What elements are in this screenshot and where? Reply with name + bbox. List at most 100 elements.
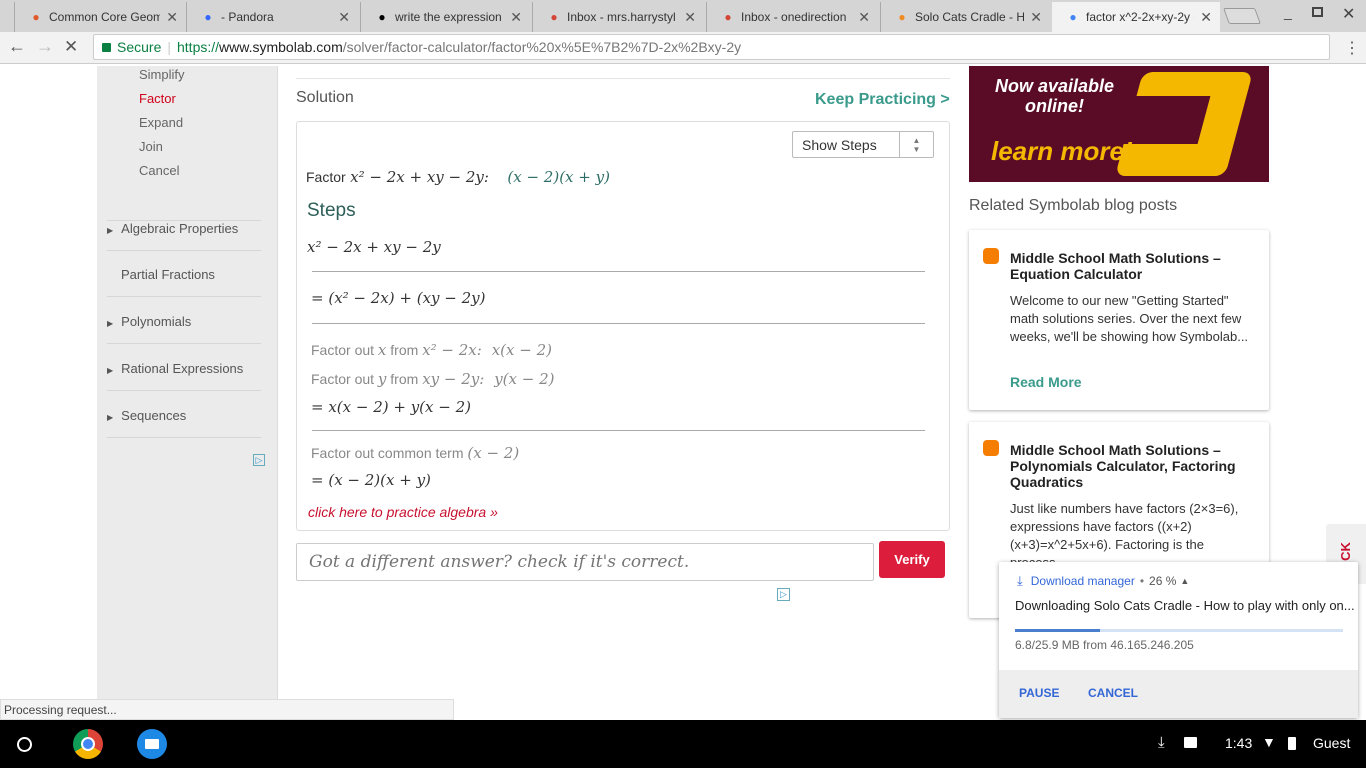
close-tab-icon[interactable]: ✕ xyxy=(166,9,178,26)
close-window-button[interactable]: ✕ xyxy=(1342,4,1355,24)
sidebar-link-join[interactable]: Join xyxy=(139,139,163,154)
steps-heading: Steps xyxy=(307,200,356,221)
browser-tab[interactable]: ● factor x^2-2x+xy-2y - ✕ xyxy=(1052,2,1220,32)
step-label: Factor out xyxy=(311,371,375,387)
factor-label: Factor xyxy=(306,169,346,185)
blogger-icon xyxy=(983,248,999,264)
step-factor-x: Factor out x from x² − 2x: x(x − 2) xyxy=(311,341,552,359)
new-tab-button[interactable] xyxy=(1223,8,1261,24)
sidebar-section-rational-expressions[interactable]: ▶ Rational Expressions xyxy=(107,361,261,391)
browser-tab[interactable]: ● Common Core Geom ✕ xyxy=(14,2,186,32)
adchoices-icon[interactable]: ▷ xyxy=(253,454,265,466)
x-logo-icon: ● xyxy=(32,10,40,24)
tab-title: Inbox - mrs.harrystyl xyxy=(567,10,676,24)
blog-title[interactable]: Middle School Math Solutions – Polynomia… xyxy=(1010,442,1250,490)
close-tab-icon[interactable]: ✕ xyxy=(684,9,696,26)
step-label: Factor out xyxy=(311,342,375,358)
menu-button[interactable]: ⋮ xyxy=(1344,38,1360,58)
blogger-icon xyxy=(983,440,999,456)
gmail-icon: ● xyxy=(550,10,558,24)
browser-tab[interactable]: ● - Pandora ✕ xyxy=(186,2,358,32)
download-tray-icon[interactable]: ⤓ xyxy=(1158,734,1165,751)
verify-button[interactable]: Verify xyxy=(879,541,945,578)
tab-title: write the expression xyxy=(395,10,502,24)
adchoices-icon[interactable]: ▷ xyxy=(777,588,790,601)
address-bar[interactable]: Secure | https://www.symbolab.com/solver… xyxy=(93,34,1330,60)
sidebar-section-algebraic-properties[interactable]: ▶ Algebraic Properties xyxy=(107,220,261,251)
browser-tab[interactable]: ● Solo Cats Cradle - H ✕ xyxy=(880,2,1050,32)
close-tab-icon[interactable]: ✕ xyxy=(510,9,522,26)
step-original: x² − 2x + xy − 2y xyxy=(307,238,441,256)
forward-button[interactable]: → xyxy=(36,36,54,57)
step-expr: x² − 2x: xyxy=(422,341,482,359)
status-bubble: Processing request... xyxy=(0,699,454,720)
screenshot-tray-icon[interactable] xyxy=(1184,737,1197,748)
download-percent: 26 % xyxy=(1149,574,1177,588)
cancel-download-button[interactable]: CANCEL xyxy=(1088,686,1138,700)
maximize-button[interactable] xyxy=(1312,7,1323,17)
pause-button[interactable]: PAUSE xyxy=(1019,686,1059,700)
blog-card[interactable]: Middle School Math Solutions – Equation … xyxy=(969,230,1269,410)
browser-tab[interactable]: ● write the expression ✕ xyxy=(360,2,530,32)
blog-excerpt: Welcome to our new "Getting Started" mat… xyxy=(1010,293,1249,344)
download-header[interactable]: ⤓ Download manager • 26 % ▲ xyxy=(1017,573,1189,589)
ad-banner[interactable]: Now available online! learn more! xyxy=(969,66,1269,182)
stop-loading-button[interactable]: ✕ xyxy=(64,37,78,57)
launcher-button[interactable] xyxy=(17,737,32,752)
ad-text: learn more! xyxy=(991,136,1133,166)
lock-icon xyxy=(102,42,111,52)
user-label[interactable]: Guest xyxy=(1313,735,1350,751)
close-tab-icon[interactable]: ✕ xyxy=(1200,9,1212,26)
download-progress-bar xyxy=(1015,629,1343,632)
sidebar-link-simplify[interactable]: Simplify xyxy=(139,67,185,82)
tab-title: Solo Cats Cradle - H xyxy=(915,10,1025,24)
keep-practicing-link[interactable]: Keep Practicing > xyxy=(815,91,950,109)
step-common-term: Factor out common term (x − 2) xyxy=(311,444,519,462)
url-scheme: https:// xyxy=(177,39,220,55)
battery-icon[interactable] xyxy=(1288,737,1296,750)
minimize-button[interactable]: _ xyxy=(1284,4,1292,20)
sidebar-section-sequences[interactable]: ▶ Sequences xyxy=(107,408,261,438)
chrome-icon[interactable] xyxy=(73,729,103,759)
section-label: Polynomials xyxy=(121,314,192,329)
close-tab-icon[interactable]: ✕ xyxy=(1030,9,1042,26)
section-label: Rational Expressions xyxy=(121,361,244,376)
soundwave-icon: ● xyxy=(898,10,906,24)
sidebar-link-expand[interactable]: Expand xyxy=(139,115,183,130)
chevron-up-icon[interactable]: ▲ xyxy=(1180,576,1189,586)
back-button[interactable]: ← xyxy=(8,36,26,57)
sidebar-link-cancel[interactable]: Cancel xyxy=(139,163,179,178)
blog-title[interactable]: Middle School Math Solutions – Equation … xyxy=(1010,250,1250,282)
download-title: Download manager xyxy=(1030,574,1135,588)
show-steps-select[interactable]: Show Steps ▲ ▼ xyxy=(792,131,934,158)
step-combined: = x(x − 2) + y(x − 2) xyxy=(311,398,471,416)
step-expr: (x − 2) xyxy=(467,444,520,462)
problem-expression: x² − 2x + xy − 2y: xyxy=(350,168,489,186)
step-label: Factor out common term xyxy=(311,445,464,461)
sidebar-section-polynomials[interactable]: ▶ Polynomials xyxy=(107,314,261,344)
sidebar-link-factor[interactable]: Factor xyxy=(139,91,176,106)
close-tab-icon[interactable]: ✕ xyxy=(858,9,870,26)
read-more-link[interactable]: Read More xyxy=(1010,374,1082,390)
check-answer-input[interactable] xyxy=(296,543,874,581)
close-tab-icon[interactable]: ✕ xyxy=(338,9,350,26)
step-result: x(x − 2) xyxy=(491,341,552,359)
ad-text: online! xyxy=(1025,96,1084,116)
sidebar-section-partial-fractions[interactable]: Partial Fractions xyxy=(107,267,261,297)
practice-algebra-link[interactable]: click here to practice algebra » xyxy=(308,504,498,520)
step-from: from xyxy=(390,371,419,387)
blog-heading: Related Symbolab blog posts xyxy=(969,197,1178,214)
download-filename: Downloading Solo Cats Cradle - How to pl… xyxy=(1015,598,1355,613)
section-label: Algebraic Properties xyxy=(121,221,239,236)
browser-tab[interactable]: ● Inbox - onedirection ✕ xyxy=(706,2,878,32)
files-icon[interactable] xyxy=(137,729,167,759)
section-label: Sequences xyxy=(121,408,187,423)
url-path: /solver/factor-calculator/factor%20x%5E%… xyxy=(342,39,742,55)
wifi-icon[interactable]: ▼ xyxy=(1262,734,1276,750)
side-tab-label: CK xyxy=(1337,542,1353,561)
clock[interactable]: 1:43 xyxy=(1225,735,1252,751)
section-label: Partial Fractions xyxy=(121,267,215,282)
browser-tab[interactable]: ● Inbox - mrs.harrystyl ✕ xyxy=(532,2,704,32)
solution-heading: Solution xyxy=(296,89,354,106)
download-notification: ⤓ Download manager • 26 % ▲ Downloading Sol… xyxy=(999,562,1358,718)
